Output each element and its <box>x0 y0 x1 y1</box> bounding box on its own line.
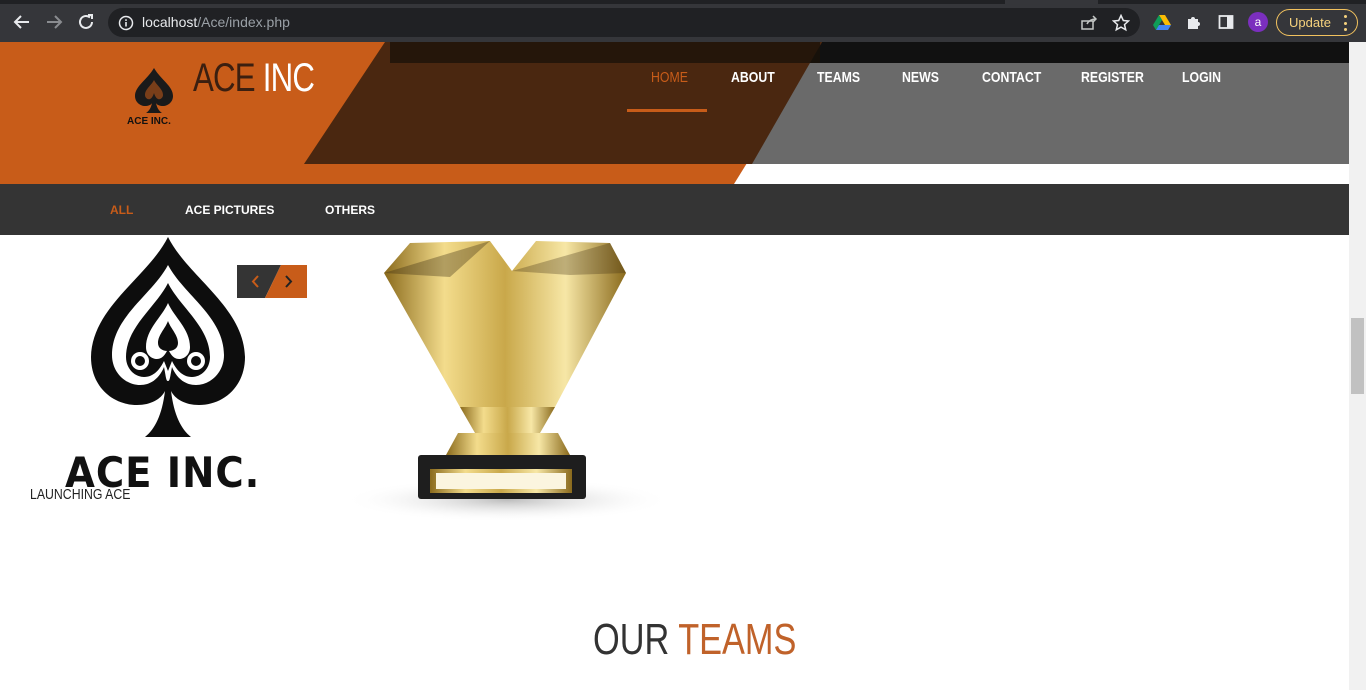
nav-contact[interactable]: CONTACT <box>982 69 1041 86</box>
menu-kebab-icon[interactable] <box>1344 15 1348 31</box>
filter-ace-pictures[interactable]: ACE PICTURES <box>185 203 274 217</box>
page-viewport: ACE INC ACE INC. HOME ABOUT TEAMS NEWS C… <box>0 42 1366 690</box>
logo-text: ACE INC. <box>127 116 171 127</box>
browser-toolbar: localhost/Ace/index.php a Update <box>0 0 1366 42</box>
url-host: localhost <box>142 14 198 30</box>
nav-register[interactable]: REGISTER <box>1081 69 1144 86</box>
gallery-caption: LAUNCHING ACE <box>30 486 131 503</box>
nav-home[interactable]: HOME <box>651 69 688 86</box>
address-bar[interactable]: localhost/Ace/index.php <box>108 8 1140 37</box>
info-icon[interactable] <box>117 14 135 32</box>
nav-login[interactable]: LOGIN <box>1182 69 1221 86</box>
nav-news[interactable]: NEWS <box>902 69 939 86</box>
site-title[interactable]: ACE INC <box>193 52 315 104</box>
side-panel-icon[interactable] <box>1216 12 1236 32</box>
google-drive-icon[interactable] <box>1152 12 1172 32</box>
profile-avatar[interactable]: a <box>1248 12 1268 32</box>
section-heading-teams: OUR TEAMS <box>593 612 796 668</box>
update-button[interactable]: Update <box>1276 9 1358 36</box>
reload-icon[interactable] <box>75 11 97 33</box>
url-text[interactable]: localhost/Ace/index.php <box>142 14 290 30</box>
gallery-filter-bar: ALL ACE PICTURES OTHERS <box>0 184 1349 235</box>
teams-heading-part1: OUR <box>593 615 670 664</box>
filter-all[interactable]: ALL <box>110 203 133 217</box>
scrollbar-thumb[interactable] <box>1351 318 1364 394</box>
url-path: /Ace/index.php <box>197 14 290 30</box>
filter-others[interactable]: OTHERS <box>325 203 375 217</box>
bookmark-star-icon[interactable] <box>1112 14 1130 32</box>
update-label: Update <box>1289 15 1331 30</box>
page-scrollbar[interactable] <box>1349 42 1366 690</box>
forward-icon[interactable] <box>43 11 65 33</box>
nav-about[interactable]: ABOUT <box>731 69 775 86</box>
spade-logo-icon <box>135 68 173 113</box>
extensions-puzzle-icon[interactable] <box>1184 12 1204 32</box>
site-title-part2: INC <box>262 56 315 100</box>
tab-strip <box>0 0 1005 4</box>
nav-active-indicator <box>627 109 707 112</box>
nav-teams[interactable]: TEAMS <box>817 69 860 86</box>
site-title-part1: ACE <box>193 56 256 100</box>
trophy-image[interactable] <box>340 237 675 537</box>
tab-strip-right <box>1098 0 1366 4</box>
teams-heading-part2: TEAMS <box>678 615 797 664</box>
slider-controls <box>237 265 307 298</box>
share-icon[interactable] <box>1080 14 1098 32</box>
back-icon[interactable] <box>11 11 33 33</box>
